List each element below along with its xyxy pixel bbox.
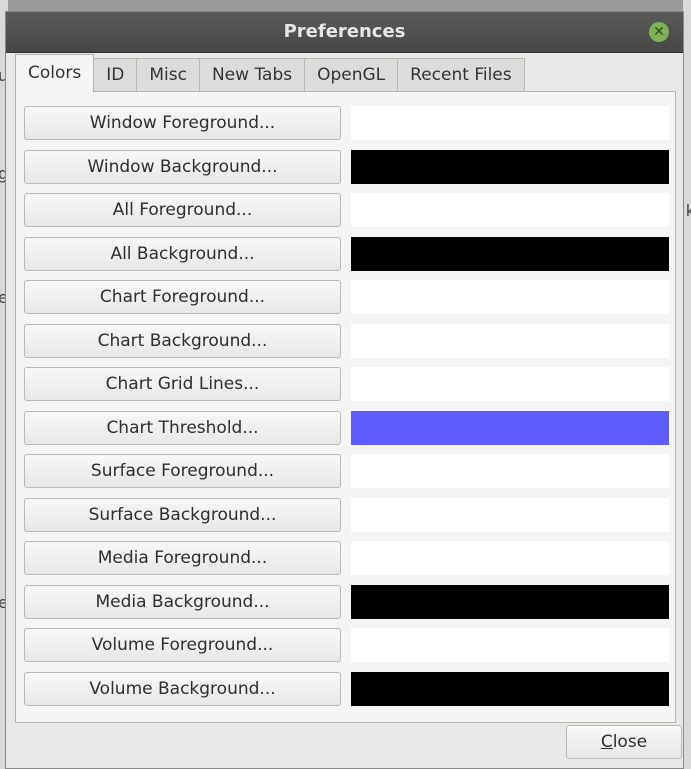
media-foreground-button[interactable]: Media Foreground... — [24, 541, 341, 575]
window-background-button[interactable]: Window Background... — [24, 150, 341, 184]
volume-foreground-button[interactable]: Volume Foreground... — [24, 628, 341, 662]
close-icon[interactable]: ✕ — [649, 22, 669, 42]
color-row-all-foreground: All Foreground... — [24, 193, 670, 227]
color-row-chart-background: Chart Background... — [24, 324, 670, 358]
title-bar[interactable]: Preferences ✕ — [6, 12, 683, 53]
all-foreground-button[interactable]: All Foreground... — [24, 193, 341, 227]
chart-foreground-button[interactable]: Chart Foreground... — [24, 280, 341, 314]
volume-background-button[interactable]: Volume Background... — [24, 672, 341, 706]
surface-background-button[interactable]: Surface Background... — [24, 498, 341, 532]
chart-background-swatch — [351, 324, 669, 358]
tab-id[interactable]: ID — [93, 58, 138, 92]
background-app-right: k — [683, 0, 691, 769]
volume-foreground-swatch — [351, 628, 669, 662]
surface-background-swatch — [351, 498, 669, 532]
color-row-surface-background: Surface Background... — [24, 498, 670, 532]
chart-foreground-swatch — [351, 280, 669, 314]
chart-grid-lines-button[interactable]: Chart Grid Lines... — [24, 367, 341, 401]
color-row-all-background: All Background... — [24, 237, 670, 271]
all-background-swatch — [351, 237, 669, 271]
chart-background-button[interactable]: Chart Background... — [24, 324, 341, 358]
color-row-media-foreground: Media Foreground... — [24, 541, 670, 575]
tab-colors[interactable]: Colors — [15, 54, 95, 92]
tab-new-tabs[interactable]: New Tabs — [198, 58, 306, 92]
close-button[interactable]: Close — [566, 725, 682, 759]
colors-panel: Window Foreground... Window Background..… — [15, 91, 676, 723]
surface-foreground-swatch — [351, 454, 669, 488]
chart-grid-lines-swatch — [351, 367, 669, 401]
tab-misc[interactable]: Misc — [136, 58, 200, 92]
color-row-chart-foreground: Chart Foreground... — [24, 280, 670, 314]
window-background-swatch — [351, 150, 669, 184]
window-foreground-button[interactable]: Window Foreground... — [24, 106, 341, 140]
volume-background-swatch — [351, 672, 669, 706]
color-row-chart-threshold: Chart Threshold... — [24, 411, 670, 445]
surface-foreground-button[interactable]: Surface Foreground... — [24, 454, 341, 488]
color-row-window-background: Window Background... — [24, 150, 670, 184]
media-background-button[interactable]: Media Background... — [24, 585, 341, 619]
media-background-swatch — [351, 585, 669, 619]
tab-bar: Colors ID Misc New Tabs OpenGL Recent Fi… — [15, 54, 613, 92]
all-foreground-swatch — [351, 193, 669, 227]
tab-recent-files[interactable]: Recent Files — [397, 58, 525, 92]
preferences-dialog: Preferences ✕ Colors ID Misc New Tabs Op… — [5, 11, 684, 769]
chart-threshold-button[interactable]: Chart Threshold... — [24, 411, 341, 445]
color-row-volume-foreground: Volume Foreground... — [24, 628, 670, 662]
close-label: lose — [612, 732, 648, 752]
color-row-surface-foreground: Surface Foreground... — [24, 454, 670, 488]
chart-threshold-swatch — [351, 411, 669, 445]
window-foreground-swatch — [351, 106, 669, 140]
color-row-chart-grid-lines: Chart Grid Lines... — [24, 367, 670, 401]
color-row-window-foreground: Window Foreground... — [24, 106, 670, 140]
all-background-button[interactable]: All Background... — [24, 237, 341, 271]
media-foreground-swatch — [351, 541, 669, 575]
tab-opengl[interactable]: OpenGL — [304, 58, 399, 92]
background-fragment: k — [685, 201, 691, 220]
color-row-volume-background: Volume Background... — [24, 672, 670, 706]
window-title: Preferences — [283, 21, 406, 42]
color-row-media-background: Media Background... — [24, 585, 670, 619]
close-mnemonic: C — [600, 732, 613, 752]
